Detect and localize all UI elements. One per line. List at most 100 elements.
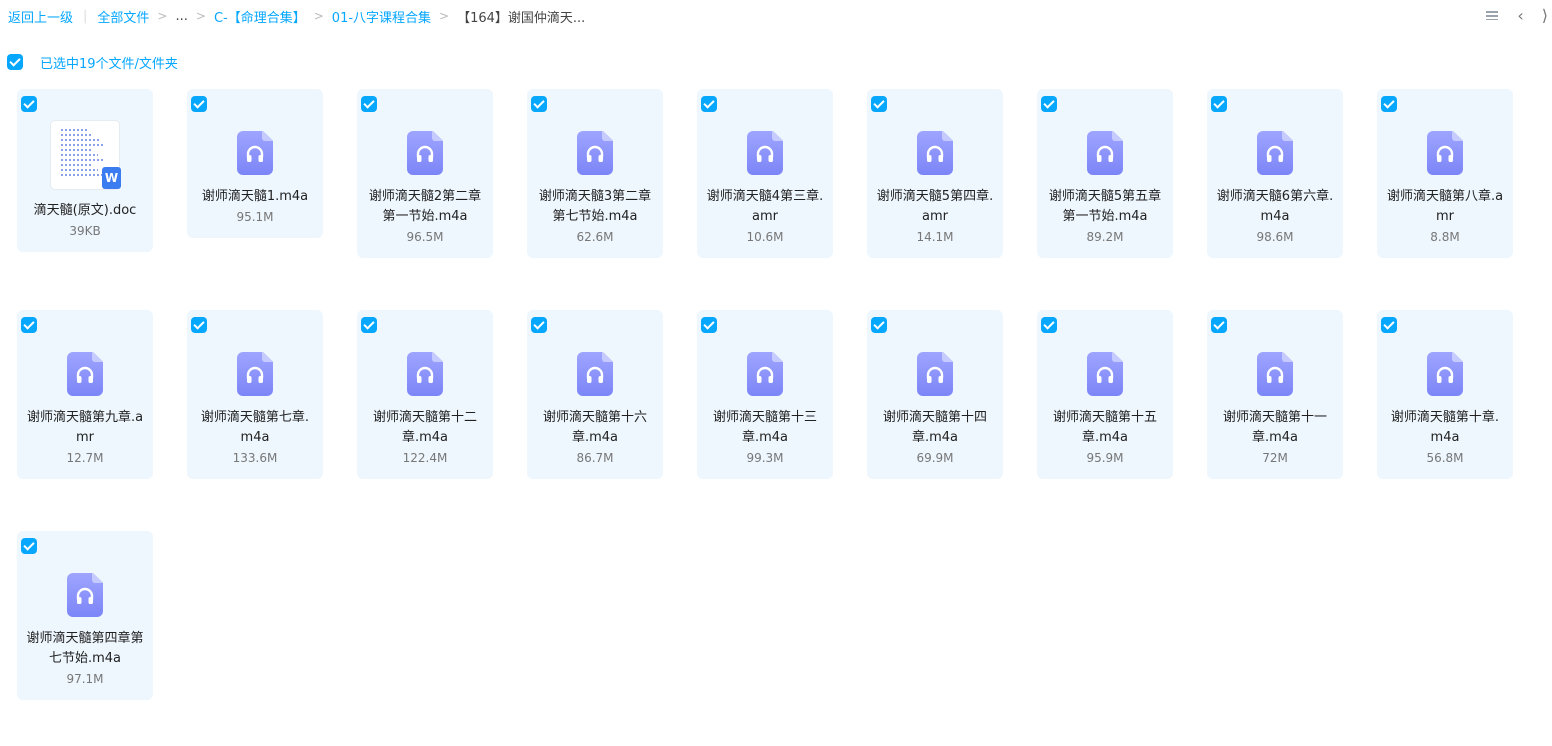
file-size: 122.4M [402,451,448,465]
file-checkbox[interactable] [191,96,207,112]
breadcrumb-ellipsis[interactable]: ... [175,9,187,24]
file-checkbox[interactable] [1211,317,1227,333]
file-card[interactable]: 谢师滴天髓5第四章.amr 14.1M [867,89,1003,258]
list-view-icon[interactable] [1485,9,1499,23]
file-checkbox[interactable] [191,317,207,333]
file-card[interactable]: 谢师滴天髓第四章第七节始.m4a 97.1M [17,531,153,700]
file-checkbox[interactable] [361,317,377,333]
file-name: 谢师滴天髓5第四章.amr [876,189,994,224]
file-size: 39KB [69,224,101,238]
file-checkbox[interactable] [871,96,887,112]
file-card[interactable]: 谢师滴天髓4第三章.amr 10.6M [697,89,833,258]
file-checkbox[interactable] [701,317,717,333]
file-checkbox[interactable] [1381,317,1397,333]
file-checkbox[interactable] [531,96,547,112]
file-name: 谢师滴天髓4第三章.amr [706,189,824,224]
file-card[interactable]: 谢师滴天髓第十三章.m4a 99.3M [697,310,833,479]
file-card[interactable]: 谢师滴天髓第十五章.m4a 95.9M [1037,310,1173,479]
file-card[interactable]: W 滴天髓(原文).doc 39KB [17,89,153,252]
top-right-tools: ‹ ⟩ [1485,0,1552,32]
file-size: 95.9M [1086,451,1124,465]
audio-file-icon [1427,131,1463,175]
file-checkbox[interactable] [531,317,547,333]
breadcrumb: 返回上一级 | 全部文件 > ... > C-【命理合集】 > 01-八字课程合… [0,7,585,26]
file-name: 谢师滴天髓第十六章.m4a [542,410,647,445]
file-card[interactable]: 谢师滴天髓5第五章第一节始.m4a 89.2M [1037,89,1173,258]
file-checkbox[interactable] [1381,96,1397,112]
file-name: 谢师滴天髓3第二章第七节始.m4a [538,189,652,224]
chevron-right-icon: > [157,9,168,23]
file-name: 谢师滴天髓第九章.amr [26,410,144,445]
file-checkbox[interactable] [361,96,377,112]
file-card[interactable]: 谢师滴天髓第十章.m4a 56.8M [1377,310,1513,479]
file-checkbox[interactable] [21,96,37,112]
file-checkbox[interactable] [1041,317,1057,333]
file-size: 89.2M [1086,230,1124,244]
file-size: 62.6M [576,230,614,244]
file-size: 98.6M [1256,230,1294,244]
file-size: 95.1M [236,210,274,224]
file-name: 谢师滴天髓第十一章.m4a [1222,410,1327,445]
top-bar: 返回上一级 | 全部文件 > ... > C-【命理合集】 > 01-八字课程合… [0,0,1552,32]
audio-file-icon [237,352,273,396]
audio-file-icon [577,352,613,396]
file-name: 谢师滴天髓5第五章第一节始.m4a [1048,189,1162,224]
file-card[interactable]: 谢师滴天髓第八章.amr 8.8M [1377,89,1513,258]
file-size: 86.7M [576,451,614,465]
chevron-left-icon[interactable]: ‹ [1517,8,1523,24]
breadcrumb-current: 【164】谢国仲滴天... [457,10,586,26]
audio-file-icon [917,131,953,175]
back-link[interactable]: 返回上一级 [8,7,73,26]
file-checkbox[interactable] [1211,96,1227,112]
file-card[interactable]: 谢师滴天髓第七章.m4a 133.6M [187,310,323,479]
file-size: 96.5M [406,230,444,244]
select-all-checkbox[interactable] [7,54,23,70]
audio-file-icon [1257,131,1293,175]
file-checkbox[interactable] [701,96,717,112]
file-checkbox[interactable] [21,538,37,554]
file-size: 12.7M [66,451,104,465]
file-name: 谢师滴天髓第十三章.m4a [712,410,817,445]
file-size: 72M [1262,451,1288,465]
file-card[interactable]: 谢师滴天髓6第六章.m4a 98.6M [1207,89,1343,258]
selection-count-text: 已选中19个文件/文件夹 [40,56,178,72]
audio-file-icon [67,352,103,396]
audio-file-icon [407,131,443,175]
file-card[interactable]: 谢师滴天髓3第二章第七节始.m4a 62.6M [527,89,663,258]
file-checkbox[interactable] [21,317,37,333]
file-size: 97.1M [66,672,104,686]
audio-file-icon [1087,131,1123,175]
file-name: 谢师滴天髓第十章.m4a [1390,410,1500,445]
file-size: 133.6M [232,451,278,465]
breadcrumb-folder-01[interactable]: 01-八字课程合集 [332,7,431,26]
chevron-right-icon[interactable]: ⟩ [1542,8,1548,24]
file-checkbox[interactable] [1041,96,1057,112]
chevron-right-icon: > [439,9,450,23]
audio-file-icon [747,131,783,175]
file-name: 谢师滴天髓第七章.m4a [200,410,310,445]
file-size: 14.1M [916,230,954,244]
chevron-right-icon: > [313,9,324,23]
file-card[interactable]: 谢师滴天髓1.m4a 95.1M [187,89,323,238]
file-name: 谢师滴天髓第十四章.m4a [882,410,987,445]
breadcrumb-all-files[interactable]: 全部文件 [97,7,149,26]
file-size: 99.3M [746,451,784,465]
audio-file-icon [67,573,103,617]
file-card[interactable]: 谢师滴天髓第九章.amr 12.7M [17,310,153,479]
file-name: 谢师滴天髓第十二章.m4a [372,410,477,445]
file-card[interactable]: 谢师滴天髓第十四章.m4a 69.9M [867,310,1003,479]
file-size: 69.9M [916,451,954,465]
breadcrumb-folder-c[interactable]: C-【命理合集】 [214,7,306,26]
file-card[interactable]: 谢师滴天髓第十二章.m4a 122.4M [357,310,493,479]
file-checkbox[interactable] [871,317,887,333]
audio-file-icon [237,131,273,175]
file-card[interactable]: 谢师滴天髓第十六章.m4a 86.7M [527,310,663,479]
audio-file-icon [1087,352,1123,396]
chevron-right-icon: > [195,9,206,23]
file-card[interactable]: 谢师滴天髓第十一章.m4a 72M [1207,310,1343,479]
file-grid: W 滴天髓(原文).doc 39KB 谢师滴天髓1.m4a 95.1M 谢师滴天髓2第二章… [17,89,1552,746]
file-name: 谢师滴天髓2第二章第一节始.m4a [368,189,482,224]
audio-file-icon [407,352,443,396]
file-name: 谢师滴天髓6第六章.m4a [1216,189,1334,224]
file-card[interactable]: 谢师滴天髓2第二章第一节始.m4a 96.5M [357,89,493,258]
